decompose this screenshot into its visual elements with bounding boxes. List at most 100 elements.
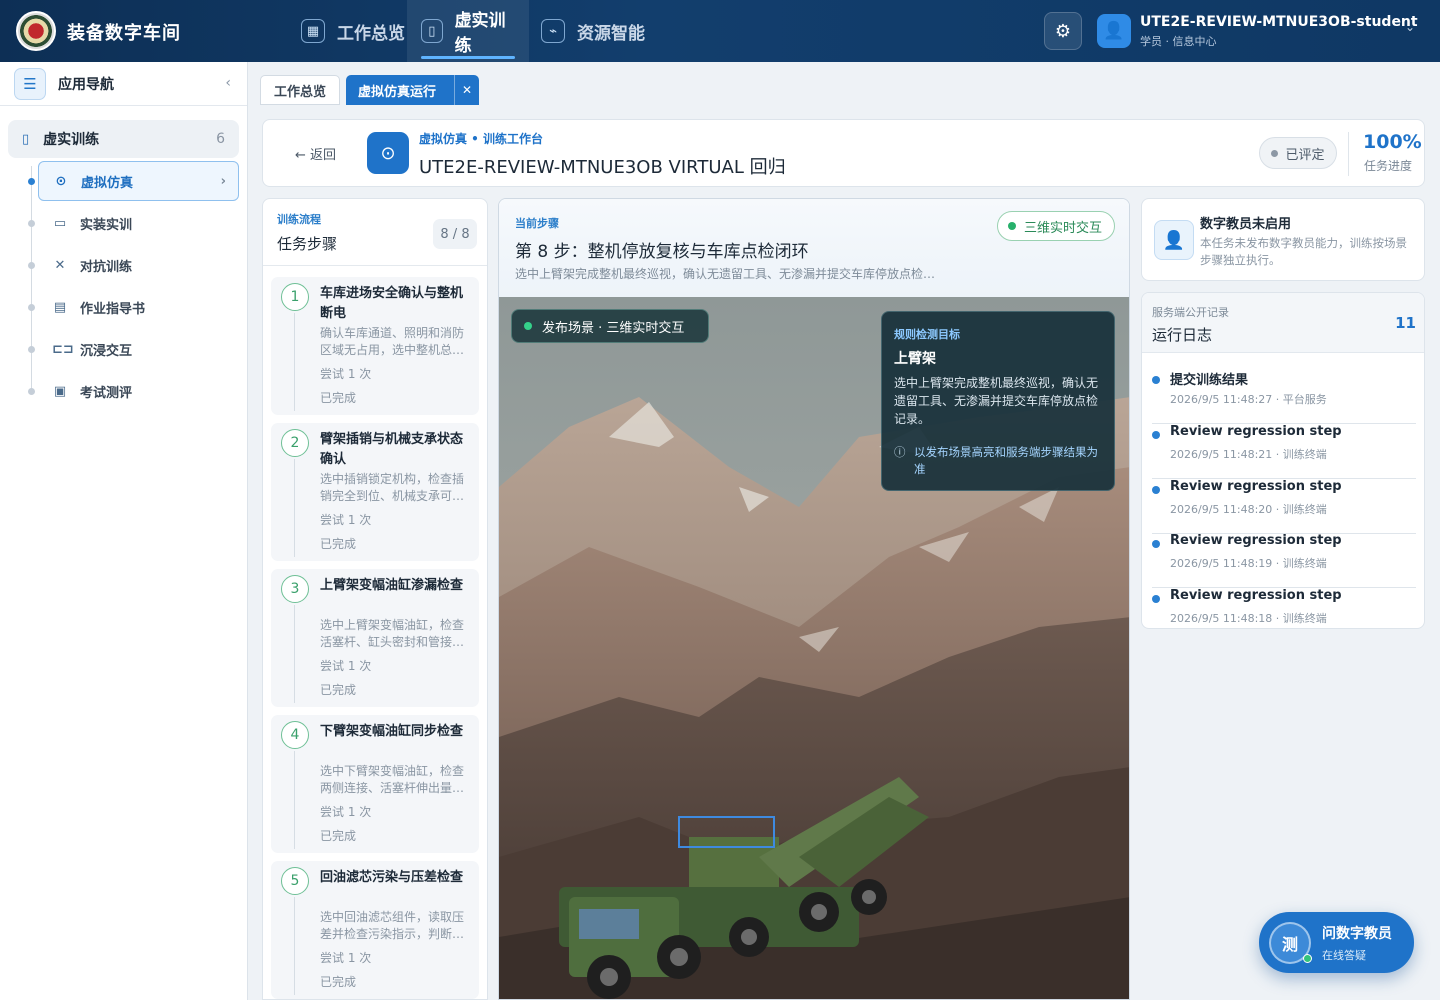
sidebar-item-label: 考试测评 (80, 385, 133, 401)
nav-label: 资源智能 (577, 23, 645, 44)
assistant-status: 在线答疑 (1322, 949, 1366, 962)
log-meta: 2026/9/5 11:48:20 · 训练终端 (1170, 503, 1327, 516)
user-icon: 👤 (1103, 21, 1125, 41)
step-status: 已完成 (320, 391, 357, 405)
target-note: 以发布场景高亮和服务端步骤结果为准 (894, 444, 1106, 478)
sidebar-item-immersive[interactable]: ⊏⊐ 沉浸交互 (38, 329, 239, 369)
chevron-right-icon: › (220, 173, 226, 189)
log-message: Review regression step (1170, 479, 1342, 494)
step-tries: 尝试 1 次 (320, 805, 372, 819)
step-line (294, 605, 295, 703)
tab-label: 工作总览 (273, 84, 326, 100)
swords-icon: ✕ (54, 257, 66, 273)
step-desc: 选中插销锁定机构，检查插销完全到位、机械支承可… (320, 472, 465, 503)
target-tooltip: 规则检测目标 上臂架 选中上臂架完成整机最终巡视，确认无遗留工具、无渗漏并提交车… (881, 311, 1115, 491)
log-entry: 提交训练结果 2026/9/5 11:48:27 · 平台服务 (1152, 369, 1416, 424)
sidebar-item-label: 沉浸交互 (80, 343, 133, 359)
current-step-desc: 选中上臂架完成整机最终巡视，确认无遗留工具、无渗漏并提交车库停放点检… (515, 267, 936, 281)
current-step-subtitle: 当前步骤 (515, 217, 559, 230)
log-message: Review regression step (1170, 588, 1342, 603)
teacher-desc: 本任务未发布数字教员能力，训练按场景步骤独立执行。 (1200, 236, 1407, 267)
app-logo (16, 11, 56, 51)
step-item[interactable]: 3 上臂架变幅油缸渗漏检查 选中上臂架变幅油缸，检查活塞杆、缸头密封和管接… 尝… (271, 569, 479, 707)
step-number: 5 (281, 867, 309, 895)
sidebar-item-virtual-sim[interactable]: ⊙ 虚拟仿真 › (38, 161, 239, 201)
sidebar-header: ☰ 应用导航 ‹ (0, 62, 247, 106)
steps-subtitle: 训练流程 (277, 213, 321, 226)
tree-dot (28, 178, 35, 185)
target-name: 上臂架 (894, 351, 936, 367)
step-item[interactable]: 4 下臂架变幅油缸同步检查 选中下臂架变幅油缸，检查两侧连接、活塞杆伸出量… 尝… (271, 715, 479, 853)
step-status: 已完成 (320, 975, 357, 989)
step-tries: 尝试 1 次 (320, 367, 372, 381)
sidebar-item-confrontation[interactable]: ✕ 对抗训练 (38, 245, 239, 285)
progress-label: 任务进度 (1364, 159, 1413, 173)
breadcrumb: 虚拟仿真 • 训练工作台 (419, 132, 544, 146)
back-button[interactable]: ← 返回 (295, 144, 336, 163)
log-subtitle: 服务端公开记录 (1152, 306, 1229, 319)
divider (263, 265, 487, 266)
sidebar-item-real-training[interactable]: ▭ 实装实训 (38, 203, 239, 243)
clipboard-icon: ▣ (53, 383, 67, 399)
step-item[interactable]: 1 车库进场安全确认与整机断电 确认车库通道、照明和消防区域无占用，选中整机总…… (271, 277, 479, 415)
log-count: 11 (1395, 314, 1416, 332)
menu-icon[interactable]: ☰ (14, 67, 46, 100)
nav-training[interactable]: ▯ 虚实训练 (407, 0, 529, 62)
step-desc: 确认车库通道、照明和消防区域无占用，选中整机总… (320, 326, 465, 357)
log-entry: Review regression step 2026/9/5 11:48:19… (1152, 533, 1416, 588)
monitor-icon: ▭ (53, 215, 67, 231)
status-badge: 已评定 (1259, 137, 1337, 169)
page-header: ← 返回 ⊙ 虚拟仿真 • 训练工作台 UTE2E-REVIEW-MTNUE3O… (262, 119, 1425, 187)
arrow-left-icon: ← (295, 148, 306, 163)
tree-dot (28, 262, 35, 269)
group-count: 6 (216, 131, 225, 147)
teacher-title: 数字教员未启用 (1200, 217, 1292, 232)
step-status: 已完成 (320, 683, 357, 697)
book-icon: ▯ (421, 19, 443, 43)
divider (1348, 132, 1349, 176)
scene-label: 发布场景 · 三维实时交互 (511, 309, 709, 343)
step-item[interactable]: 2 臂架插销与机械支承状态确认 选中插销锁定机构，检查插销完全到位、机械支承可…… (271, 423, 479, 561)
tab-virtual-sim-run[interactable]: 虚拟仿真运行 ✕ (346, 75, 479, 105)
grid-icon: ▦ (301, 19, 325, 43)
tree-dot (28, 304, 35, 311)
ask-teacher-button[interactable]: 测 问数字教员 在线答疑 (1259, 912, 1414, 973)
app-title: 装备数字车间 (67, 23, 181, 44)
step-line (294, 459, 295, 557)
nav-resources[interactable]: ⌁ 资源智能 (527, 0, 659, 62)
step-item[interactable]: 5 回油滤芯污染与压差检查 选中回油滤芯组件，读取压差并检查污染指示，判断… 尝… (271, 861, 479, 999)
tab-overview[interactable]: 工作总览 (260, 75, 340, 105)
step-name: 车库进场安全确认与整机断电 (320, 286, 464, 321)
step-line (294, 897, 295, 995)
progress-value: 100% (1363, 131, 1422, 153)
settings-button[interactable]: ⚙ (1044, 12, 1082, 50)
collapse-chevron-icon[interactable]: ‹ (225, 75, 231, 91)
3d-viewport[interactable]: 发布场景 · 三维实时交互 规则检测目标 上臂架 选中上臂架完成整机最终巡视，确… (499, 297, 1129, 999)
sidebar-group-training[interactable]: ▯ 虚实训练 6 (8, 120, 239, 158)
close-icon[interactable]: ✕ (454, 75, 479, 105)
page-title: UTE2E-REVIEW-MTNUE3OB VIRTUAL 回归 (419, 157, 786, 178)
step-line (294, 313, 295, 411)
step-name: 臂架插销与机械支承状态确认 (320, 432, 464, 467)
sidebar-title: 应用导航 (58, 76, 114, 93)
sidebar-item-work-guide[interactable]: ▤ 作业指导书 (38, 287, 239, 327)
nav-overview[interactable]: ▦ 工作总览 (287, 0, 419, 62)
scene-panel: 当前步骤 第 8 步：整机停放复核与车库点检闭环 选中上臂架完成整机最终巡视，确… (498, 198, 1130, 1000)
gear-icon: ⚙ (1054, 20, 1072, 42)
group-label: 虚实训练 (43, 132, 100, 148)
sidebar-item-label: 作业指导书 (80, 301, 146, 317)
steps-title: 任务步骤 (277, 235, 338, 253)
user-name[interactable]: UTE2E-REVIEW-MTNUE3OB-student (1140, 14, 1418, 30)
log-meta: 2026/9/5 11:48:18 · 训练终端 (1170, 612, 1327, 625)
step-desc: 选中上臂架变幅油缸，检查活塞杆、缸头密封和管接… (320, 618, 465, 649)
chevron-down-icon[interactable]: ⌄ (1405, 20, 1415, 34)
user-avatar[interactable]: 👤 (1097, 14, 1131, 48)
play-circle-icon: ⊙ (367, 132, 409, 174)
mode-label: 三维实时交互 (1023, 220, 1102, 236)
target-desc: 选中上臂架完成整机最终巡视，确认无遗留工具、无渗漏并提交车库停放点检记录。 (894, 376, 1099, 426)
tab-label: 虚拟仿真运行 (358, 84, 437, 100)
steps-panel: 训练流程 任务步骤 8 / 8 1 车库进场安全确认与整机断电 确认车库通道、照… (262, 198, 488, 1000)
sidebar-item-exam[interactable]: ▣ 考试测评 (38, 371, 239, 411)
document-icon: ▤ (53, 299, 67, 315)
step-tries: 尝试 1 次 (320, 513, 372, 527)
